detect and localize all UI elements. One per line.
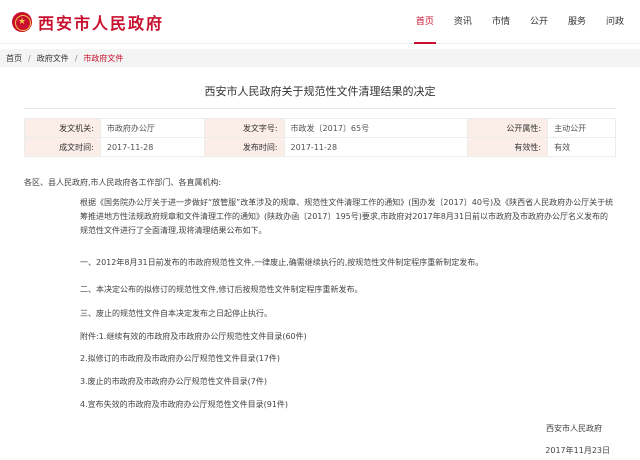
- attachment-item[interactable]: 2.拟修订的市政府及市政府办公厅规范性文件目录(17件): [24, 352, 616, 366]
- nav-item-news[interactable]: 资讯: [446, 0, 480, 44]
- salutation: 各区、县人民政府,市人民政府各工作部门、各直属机构:: [24, 178, 222, 187]
- issuer-label: 发文机关:: [24, 118, 101, 138]
- body-paragraph: 一、2012年8月31日前发布的市政府规范性文件,一律废止,确需继续执行的,按规…: [80, 258, 484, 267]
- issuer-value: 市政府办公厅: [99, 118, 205, 138]
- nav-item-inquiry[interactable]: 问政: [598, 0, 632, 44]
- document-info-table: 发文机关: 市政府办公厅 发文字号: 市政发〔2017〕65号 公开属性: 主动…: [24, 118, 616, 157]
- body-paragraph: 三、废止的规范性文件自本决定发布之日起停止执行。: [80, 309, 272, 318]
- signature: 西安市人民政府: [546, 424, 602, 433]
- attachment-item[interactable]: 4.宣布失效的市政府及市政府办公厅规范性文件目录(91件): [24, 398, 616, 412]
- created-value: 2017-11-28: [99, 137, 205, 157]
- title-divider: [24, 108, 616, 109]
- breadcrumb-city-gov-documents[interactable]: 市政府文件: [83, 53, 123, 64]
- body-paragraph: 根据《国务院办公厅关于进一步做好“放管服”改革涉及的规章、规范性文件清理工作的通…: [80, 198, 614, 235]
- page-title: 西安市人民政府关于规范性文件清理结果的决定: [204, 85, 436, 98]
- site-header: 西安市人民政府 首页 资讯 市情 公开 服务 问政: [0, 0, 640, 44]
- created-label: 成文时间:: [24, 137, 101, 157]
- nav-item-home[interactable]: 首页: [408, 0, 442, 44]
- national-emblem-icon: [12, 12, 32, 32]
- breadcrumb-separator: /: [74, 53, 78, 63]
- validity-label: 有效性:: [467, 137, 549, 157]
- main-nav: 首页 资讯 市情 公开 服务 问政: [404, 0, 632, 44]
- site-logo[interactable]: 西安市人民政府: [12, 11, 164, 33]
- body-paragraph: 二、本决定公布的拟修订的规范性文件,修订后按规范性文件制定程序重新发布。: [80, 285, 363, 294]
- public-label: 公开属性:: [467, 118, 549, 138]
- nav-item-public[interactable]: 公开: [522, 0, 556, 44]
- published-value: 2017-11-28: [283, 137, 469, 157]
- breadcrumb-gov-documents[interactable]: 政府文件: [37, 53, 69, 64]
- document-date: 2017年11月23日: [545, 446, 610, 455]
- breadcrumb-separator: /: [28, 53, 31, 63]
- public-value: 主动公开: [547, 118, 616, 138]
- info-row: 发文机关: 市政府办公厅 发文字号: 市政发〔2017〕65号 公开属性: 主动…: [24, 118, 616, 138]
- breadcrumb-home[interactable]: 首页: [6, 53, 22, 64]
- logo-text: 西安市人民政府: [38, 14, 165, 33]
- nav-item-city-info[interactable]: 市情: [484, 0, 518, 44]
- validity-value: 有效: [547, 137, 616, 157]
- breadcrumb: 首页 / 政府文件 / 市政府文件: [0, 49, 640, 67]
- attachment-item[interactable]: 3.废止的市政府及市政府办公厅规范性文件目录(7件): [24, 375, 616, 389]
- info-row: 成文时间: 2017-11-28 发布时间: 2017-11-28 有效性: 有…: [24, 137, 616, 157]
- doc-no-label: 发文字号:: [203, 118, 285, 138]
- attachment-item[interactable]: 附件:1.继续有效的市政府及市政府办公厅规范性文件目录(60件): [24, 330, 616, 344]
- published-label: 发布时间:: [203, 137, 285, 157]
- nav-item-services[interactable]: 服务: [560, 0, 594, 44]
- doc-no-value: 市政发〔2017〕65号: [283, 118, 469, 138]
